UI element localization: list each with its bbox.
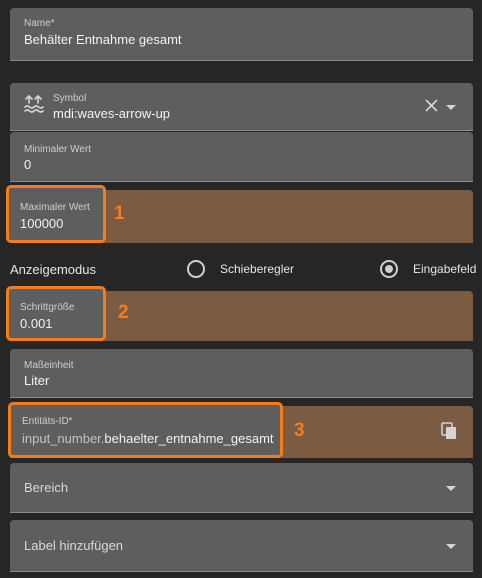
callout-number-2: 2 — [118, 302, 129, 323]
radio-slider[interactable] — [187, 260, 205, 278]
chevron-down-icon[interactable] — [446, 544, 456, 549]
name-field[interactable]: Name* Behälter Entnahme gesamt — [10, 8, 473, 61]
radio-slider-label[interactable]: Schieberegler — [220, 262, 294, 276]
min-value-field[interactable]: Minimaler Wert 0 — [10, 132, 473, 182]
entity-id-prefix: input_number. — [22, 431, 105, 446]
name-field-label: Name* — [24, 18, 55, 29]
area-select-label: Bereich — [24, 480, 69, 495]
max-value-label: Maximaler Wert — [20, 202, 90, 213]
entity-id-value[interactable]: input_number.behaelter_entnahme_gesamt — [22, 431, 274, 446]
name-field-value[interactable]: Behälter Entnahme gesamt — [24, 32, 182, 47]
min-value-label: Minimaler Wert — [24, 144, 92, 155]
display-mode-label: Anzeigemodus — [10, 262, 96, 277]
symbol-field-value[interactable]: mdi:waves-arrow-up — [53, 106, 170, 121]
min-value-value[interactable]: 0 — [24, 157, 31, 172]
step-size-highlight-box[interactable]: Schrittgröße 0.001 — [6, 286, 106, 341]
radio-input-field-label[interactable]: Eingabefeld — [413, 262, 476, 276]
labels-select-label: Label hinzufügen — [24, 538, 124, 553]
callout-number-3: 3 — [294, 420, 305, 441]
max-value-value[interactable]: 100000 — [20, 216, 63, 231]
unit-field-label: Maßeinheit — [24, 360, 74, 371]
step-size-value[interactable]: 0.001 — [20, 316, 53, 331]
waves-arrow-up-icon — [24, 94, 44, 119]
max-value-highlight-box[interactable]: Maximaler Wert 100000 — [6, 185, 106, 243]
labels-select[interactable]: Label hinzufügen — [10, 520, 473, 572]
symbol-field-label: Symbol — [53, 93, 87, 104]
entity-id-highlight-box[interactable]: Entitäts-ID* input_number.behaelter_entn… — [8, 402, 283, 458]
clear-icon[interactable] — [425, 99, 438, 117]
radio-input-field[interactable] — [380, 260, 398, 278]
chevron-down-icon[interactable] — [446, 105, 456, 110]
area-select[interactable]: Bereich — [10, 463, 473, 513]
unit-field-value[interactable]: Liter — [24, 373, 49, 388]
callout-number-1: 1 — [114, 203, 125, 224]
symbol-field[interactable]: Symbol mdi:waves-arrow-up — [10, 83, 473, 131]
copy-icon[interactable] — [441, 422, 457, 445]
step-size-label: Schrittgröße — [20, 302, 75, 313]
entity-id-name[interactable]: behaelter_entnahme_gesamt — [104, 431, 273, 446]
entity-id-label: Entitäts-ID* — [22, 416, 73, 427]
chevron-down-icon[interactable] — [446, 486, 456, 491]
unit-field[interactable]: Maßeinheit Liter — [10, 349, 473, 398]
